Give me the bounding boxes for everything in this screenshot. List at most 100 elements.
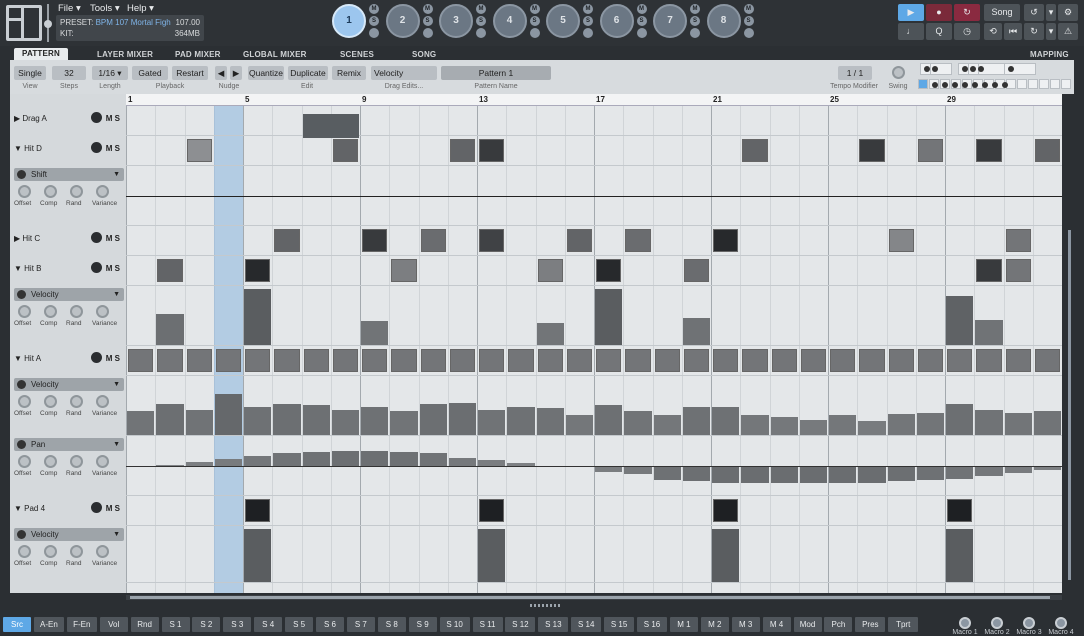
note-hit-a[interactable] (830, 349, 856, 372)
pad-5-extra-icon[interactable] (583, 28, 593, 38)
hit-a-pan-bar[interactable] (829, 466, 857, 483)
hit-a-pan-bar[interactable] (448, 457, 476, 466)
hit-a-velocity-bar[interactable] (565, 415, 593, 435)
solo-button-pad-6[interactable]: S (636, 16, 647, 26)
track-volume-knob[interactable] (91, 502, 102, 513)
drag-edit-select[interactable]: Velocity (371, 66, 437, 80)
note-hit-a[interactable] (215, 349, 241, 372)
pattern-slot-9[interactable] (1017, 79, 1027, 89)
duplicate-button[interactable]: Duplicate (288, 66, 328, 80)
rand-knob[interactable] (70, 395, 83, 408)
note-hit-a[interactable] (508, 349, 534, 372)
note-hit-a[interactable] (596, 349, 622, 372)
note-hit-c[interactable] (713, 229, 739, 252)
comp-knob[interactable] (44, 185, 57, 198)
pad-7-extra-icon[interactable] (690, 28, 700, 38)
note-hit-d[interactable] (479, 139, 505, 162)
tab-s11[interactable]: S 11 (472, 617, 503, 632)
note-hit-b[interactable] (683, 259, 709, 282)
hit-a-pan-bar[interactable] (770, 466, 798, 483)
tab-layer-mixer[interactable]: LAYER MIXER (97, 50, 153, 59)
mute-button-pad-7[interactable]: M (690, 4, 700, 14)
chevron-down-icon[interactable]: ▼ (113, 378, 120, 391)
note-hit-d[interactable] (449, 139, 475, 162)
overdub-button[interactable]: ↻ (954, 4, 980, 21)
tab-s15[interactable]: S 15 (604, 617, 635, 632)
tab-rnd[interactable]: Rnd (130, 617, 159, 632)
macro-1-knob[interactable]: Macro 1 (950, 617, 980, 636)
chevron-down-icon[interactable]: ▼ (113, 528, 120, 541)
hit-a-velocity-bar[interactable] (302, 405, 330, 435)
hit-a-pan-bar[interactable] (946, 466, 974, 479)
hit-b-velocity-bar[interactable] (244, 289, 272, 345)
hit-a-velocity-bar[interactable] (682, 407, 710, 435)
solo-button-pad-2[interactable]: S (422, 16, 433, 26)
hit-a-velocity-bar[interactable] (127, 411, 155, 435)
tab-s6[interactable]: S 6 (316, 617, 344, 632)
offset-knob[interactable] (18, 305, 31, 318)
pad-1-extra-icon[interactable] (369, 28, 379, 38)
mod-lane-select-4[interactable]: Velocity ▼ (14, 528, 124, 541)
tab-s3[interactable]: S 3 (223, 617, 252, 632)
hit-a-pan-bar[interactable] (712, 466, 740, 483)
hit-a-velocity-bar[interactable] (653, 414, 681, 435)
note-hit-d[interactable] (186, 139, 212, 162)
comp-knob[interactable] (44, 305, 57, 318)
tab-s4[interactable]: S 4 (254, 617, 283, 632)
track-mute-solo[interactable]: M S (106, 264, 120, 273)
note-hit-d[interactable] (976, 139, 1002, 162)
hit-a-velocity-bar[interactable] (361, 407, 389, 435)
hit-a-pan-bar[interactable] (361, 450, 389, 466)
track-header-hit-d[interactable]: ▼ Hit D M S (10, 142, 126, 156)
hit-a-velocity-bar[interactable] (390, 410, 418, 435)
hit-a-pan-bar[interactable] (624, 466, 652, 475)
tab-s13[interactable]: S 13 (538, 617, 569, 632)
tab-global-mixer[interactable]: GLOBAL MIXER (243, 50, 307, 59)
hit-a-velocity-bar[interactable] (887, 413, 915, 435)
note-hit-a[interactable] (1005, 349, 1031, 372)
rewind-icon[interactable]: ⏮ (1004, 23, 1022, 40)
note-hit-b[interactable] (596, 259, 622, 282)
warning-icon[interactable]: ⚠ (1058, 23, 1078, 40)
note-hit-a[interactable] (917, 349, 943, 372)
chevron-down-icon[interactable]: ▼ (113, 288, 120, 301)
track-volume-knob[interactable] (91, 232, 102, 243)
note-hit-a[interactable] (332, 349, 358, 372)
swing-knob[interactable] (892, 66, 905, 79)
note-hit-a[interactable] (1034, 349, 1060, 372)
hit-a-pan-bar[interactable] (653, 466, 681, 480)
metronome-icon[interactable]: ♩ (898, 23, 924, 40)
rand-knob[interactable] (70, 455, 83, 468)
hit-a-velocity-bar[interactable] (712, 407, 740, 435)
hit-a-velocity-bar[interactable] (829, 415, 857, 435)
note-hit-a[interactable] (713, 349, 739, 372)
track-volume-knob[interactable] (91, 112, 102, 123)
count-in-icon[interactable]: ◷ (954, 23, 980, 40)
note-hit-a[interactable] (742, 349, 768, 372)
note-hit-c[interactable] (362, 229, 388, 252)
rand-knob[interactable] (70, 545, 83, 558)
menu-tools[interactable]: Tools ▾ (90, 3, 120, 14)
hit-a-velocity-bar[interactable] (975, 409, 1003, 435)
hit-a-velocity-bar[interactable] (244, 407, 272, 435)
pattern-slot-0[interactable] (918, 79, 928, 89)
tab-m1[interactable]: M 1 (669, 617, 698, 632)
hit-a-velocity-bar[interactable] (185, 409, 213, 435)
note-hit-a[interactable] (888, 349, 914, 372)
hit-a-velocity-bar[interactable] (741, 415, 769, 435)
tab-s2[interactable]: S 2 (192, 617, 221, 632)
hit-b-velocity-bar[interactable] (682, 318, 710, 345)
pad-4-velocity-bar[interactable] (712, 529, 740, 582)
tab-s7[interactable]: S 7 (346, 617, 375, 632)
note-drag-a[interactable] (302, 114, 359, 138)
offset-knob[interactable] (18, 185, 31, 198)
pad-2-extra-icon[interactable] (422, 28, 433, 38)
tab-mapping[interactable]: MAPPING (1030, 50, 1069, 59)
restart-button[interactable]: Restart (172, 66, 208, 80)
note-hit-b[interactable] (157, 259, 183, 282)
note-hit-a[interactable] (362, 349, 388, 372)
hit-a-pan-bar[interactable] (916, 466, 944, 480)
resize-handle[interactable] (530, 604, 560, 607)
tab-s8[interactable]: S 8 (377, 617, 406, 632)
hit-a-pan-bar[interactable] (390, 452, 418, 466)
